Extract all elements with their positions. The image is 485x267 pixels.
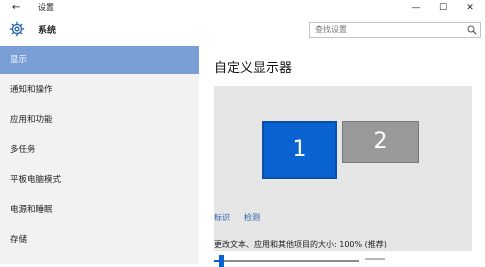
search-icon bbox=[467, 25, 477, 35]
title-bar: ← 设置 — ☐ ✕ bbox=[0, 0, 485, 16]
scale-slider[interactable] bbox=[214, 260, 359, 262]
sidebar-item-notifications[interactable]: 通知和操作 bbox=[0, 76, 199, 104]
section-title: 系统 bbox=[38, 26, 57, 36]
sidebar: 显示 通知和操作 应用和功能 多任务 平板电脑模式 电源和睡眠 存储 bbox=[0, 46, 199, 264]
scale-slider-end bbox=[365, 258, 385, 260]
monitor-1[interactable]: 1 bbox=[262, 121, 337, 179]
main-content: 自定义显示器 1 2 标识 检测 更改文本、应用和其他项目的大小: 100% (… bbox=[199, 46, 485, 267]
page-title: 自定义显示器 bbox=[214, 61, 293, 76]
monitor-2[interactable]: 2 bbox=[342, 121, 419, 163]
display-arrangement: 1 2 bbox=[214, 86, 472, 251]
sidebar-item-storage[interactable]: 存储 bbox=[0, 226, 199, 254]
minimize-button[interactable]: — bbox=[405, 0, 427, 16]
search-placeholder: 查找设置 bbox=[315, 25, 347, 34]
window-title: 设置 bbox=[38, 3, 54, 12]
gear-icon bbox=[9, 21, 25, 37]
back-button[interactable]: ← bbox=[12, 0, 24, 16]
sidebar-item-display[interactable]: 显示 bbox=[0, 46, 199, 74]
scale-slider-thumb[interactable] bbox=[219, 255, 224, 267]
detect-link[interactable]: 检测 bbox=[244, 212, 260, 224]
identify-link[interactable]: 标识 bbox=[214, 212, 230, 224]
page-header: 系统 查找设置 bbox=[0, 16, 485, 46]
close-button[interactable]: ✕ bbox=[459, 0, 481, 16]
scale-label: 更改文本、应用和其他项目的大小: 100% (推荐) bbox=[214, 240, 387, 249]
sidebar-item-multitasking[interactable]: 多任务 bbox=[0, 136, 199, 164]
sidebar-item-tablet-mode[interactable]: 平板电脑模式 bbox=[0, 166, 199, 194]
sidebar-item-power[interactable]: 电源和睡眠 bbox=[0, 196, 199, 224]
search-input[interactable]: 查找设置 bbox=[309, 22, 481, 38]
sidebar-item-apps[interactable]: 应用和功能 bbox=[0, 106, 199, 134]
maximize-button[interactable]: ☐ bbox=[432, 0, 454, 16]
